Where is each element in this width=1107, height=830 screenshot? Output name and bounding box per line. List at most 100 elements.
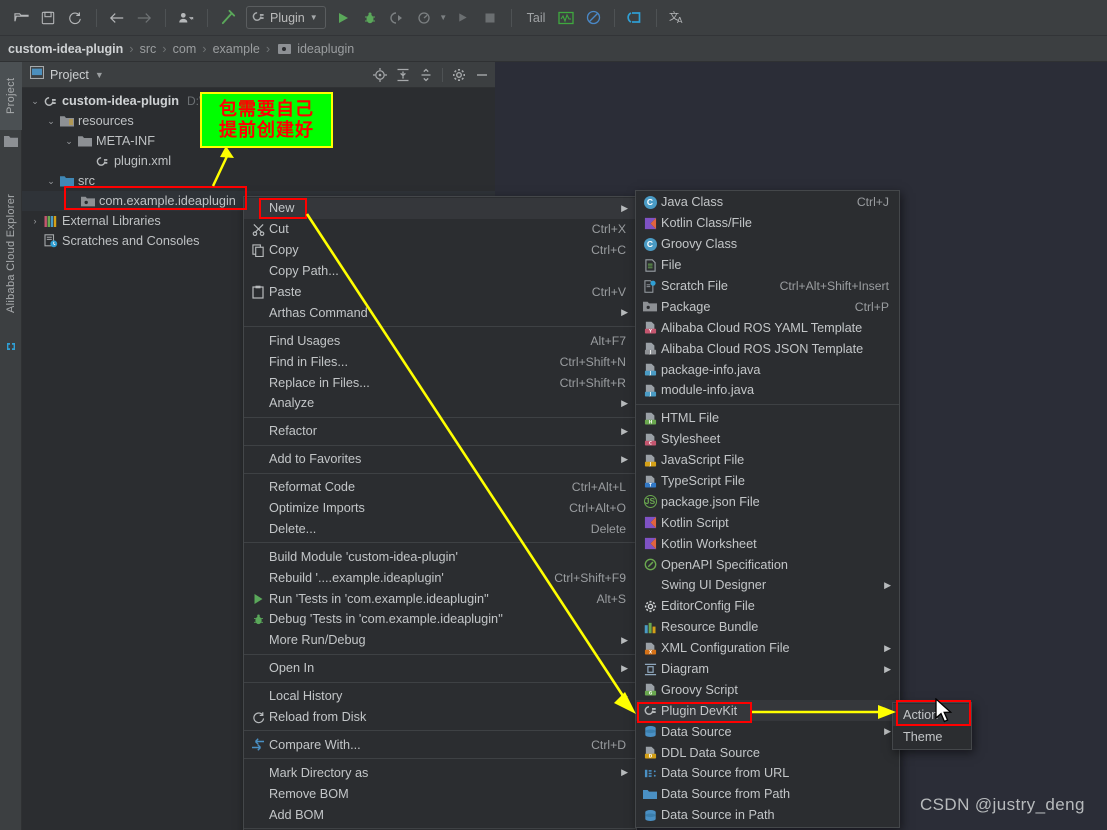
menu-item-action[interactable]: Action — [893, 704, 971, 726]
menu-item-find-usages[interactable]: Find Usages Alt+F7 — [244, 330, 636, 351]
new-item-alibaba-cloud-ros-yaml-template[interactable]: Y Alibaba Cloud ROS YAML Template — [636, 317, 899, 338]
menu-item-reload-from-disk[interactable]: Reload from Disk — [244, 707, 636, 728]
menu-item-replace-in-files[interactable]: Replace in Files... Ctrl+Shift+R — [244, 372, 636, 393]
collapse-all-icon[interactable] — [419, 68, 433, 82]
menu-item-paste[interactable]: Paste Ctrl+V — [244, 282, 636, 303]
new-item-plugin-devkit[interactable]: Plugin DevKit ▶ — [636, 700, 899, 722]
menu-item-reformat-code[interactable]: Reformat Code Ctrl+Alt+L — [244, 477, 636, 498]
new-item-javascript-file[interactable]: J JavaScript File — [636, 450, 899, 471]
new-item-kotlin-class-file[interactable]: Kotlin Class/File — [636, 213, 899, 234]
new-item-editorconfig-file[interactable]: EditorConfig File — [636, 596, 899, 617]
menu-item-remove-bom[interactable]: Remove BOM — [244, 783, 636, 804]
menu-item-open-in[interactable]: Open In ▶ — [244, 658, 636, 679]
stripe-item-structure[interactable]: Structure — [0, 824, 22, 830]
menu-item-delete[interactable]: Delete... Delete — [244, 518, 636, 539]
menu-item-refactor[interactable]: Refactor ▶ — [244, 421, 636, 442]
menu-item-local-history[interactable]: Local History ▶ — [244, 686, 636, 707]
stop-icon[interactable] — [477, 5, 503, 31]
menu-item-arthas-command[interactable]: Arthas Command ▶ — [244, 302, 636, 323]
run-configuration-selector[interactable]: Plugin ▼ — [246, 6, 326, 29]
profile-icon[interactable] — [411, 5, 437, 31]
tree-node-src[interactable]: ⌄ src — [22, 171, 495, 191]
gear-icon[interactable] — [452, 68, 466, 82]
new-item-ddl-data-source[interactable]: D DDL Data Source — [636, 742, 899, 763]
minimize-icon[interactable] — [475, 68, 489, 82]
new-item-html-file[interactable]: H HTML File — [636, 408, 899, 429]
menu-item-analyze[interactable]: Analyze ▶ — [244, 393, 636, 414]
menu-item-copy[interactable]: Copy Ctrl+C — [244, 240, 636, 261]
run-with-coverage-icon[interactable] — [384, 5, 410, 31]
menu-item-compare-with[interactable]: Compare With... Ctrl+D — [244, 734, 636, 755]
chevron-down-icon[interactable]: ⌄ — [28, 96, 42, 107]
menu-item-find-in-files[interactable]: Find in Files... Ctrl+Shift+N — [244, 351, 636, 372]
breadcrumb-item-com[interactable]: com — [173, 42, 197, 56]
new-item-diagram[interactable]: Diagram ▶ — [636, 659, 899, 680]
no-entry-icon[interactable] — [580, 5, 606, 31]
menu-item-debug-tests-in-com-example-ideaplugin[interactable]: Debug 'Tests in 'com.example.ideaplugin'… — [244, 609, 636, 630]
menu-item-optimize-imports[interactable]: Optimize Imports Ctrl+Alt+O — [244, 498, 636, 519]
tail-button[interactable]: Tail — [519, 11, 554, 25]
new-item-data-source-in-path[interactable]: Data Source in Path — [636, 805, 899, 826]
debug-icon[interactable] — [357, 5, 383, 31]
menu-item-rebuild-example-ideaplugin[interactable]: Rebuild '....example.ideaplugin' Ctrl+Shi… — [244, 567, 636, 588]
new-item-alibaba-cloud-ros-json-template[interactable]: J Alibaba Cloud ROS JSON Template — [636, 338, 899, 359]
new-item-resource-bundle[interactable]: Resource Bundle — [636, 617, 899, 638]
expand-all-icon[interactable] — [396, 68, 410, 82]
menu-item-run-tests-in-com-example-ideaplugin[interactable]: Run 'Tests in 'com.example.ideaplugin'' A… — [244, 588, 636, 609]
locate-icon[interactable] — [373, 67, 387, 82]
new-item-groovy-class[interactable]: C Groovy Class — [636, 234, 899, 255]
new-item-kotlin-script[interactable]: Kotlin Script — [636, 512, 899, 533]
new-item-file[interactable]: File — [636, 255, 899, 276]
menu-item-theme[interactable]: Theme — [893, 726, 971, 748]
breadcrumb-item-example[interactable]: example — [213, 42, 260, 56]
menu-item-mark-directory-as[interactable]: Mark Directory as ▶ — [244, 762, 636, 783]
menu-item-more-run-debug[interactable]: More Run/Debug ▶ — [244, 630, 636, 651]
run-icon[interactable] — [330, 5, 356, 31]
new-item-kotlin-worksheet[interactable]: Kotlin Worksheet — [636, 533, 899, 554]
new-item-module-info-java[interactable]: Jmodule-info.java — [636, 380, 899, 401]
monitor-icon[interactable] — [553, 5, 579, 31]
new-item-data-source-from-url[interactable]: Data Source from URL — [636, 763, 899, 784]
chevron-down-icon[interactable]: ▼ — [95, 70, 104, 80]
new-item-xml-configuration-file[interactable]: X XML Configuration File ▶ — [636, 638, 899, 659]
breadcrumb-item-ideaplugin[interactable]: ideaplugin — [297, 42, 354, 56]
tree-node-plugin-xml[interactable]: plugin.xml — [22, 151, 495, 171]
translate-icon[interactable]: 文A — [664, 5, 690, 31]
new-item-data-source-from-path[interactable]: Data Source from Path — [636, 784, 899, 805]
chevron-down-icon[interactable]: ⌄ — [44, 116, 58, 127]
new-item-package-info-java[interactable]: Jpackage-info.java — [636, 359, 899, 380]
profiler-icon[interactable] — [173, 5, 199, 31]
stripe-item-alibaba-cloud-explorer[interactable]: Alibaba Cloud Explorer — [0, 172, 22, 334]
new-item-scratch-file[interactable]: Scratch File Ctrl+Alt+Shift+Insert — [636, 276, 899, 297]
new-item-typescript-file[interactable]: T TypeScript File — [636, 471, 899, 492]
new-item-openapi-specification[interactable]: OpenAPI Specification — [636, 554, 899, 575]
new-item-data-source[interactable]: Data Source ▶ — [636, 721, 899, 742]
new-item-stylesheet[interactable]: C Stylesheet — [636, 429, 899, 450]
build-hammer-icon[interactable] — [215, 5, 241, 31]
breadcrumb-item-project[interactable]: custom-idea-plugin — [8, 42, 123, 56]
new-item-java-class[interactable]: C Java Class Ctrl+J — [636, 192, 899, 213]
menu-item-add-to-favorites[interactable]: Add to Favorites ▶ — [244, 449, 636, 470]
menu-item-add-bom[interactable]: Add BOM — [244, 804, 636, 825]
profile-caret-icon[interactable]: ▼ — [438, 5, 449, 31]
new-item-package-json-file[interactable]: JS package.json File — [636, 491, 899, 512]
chevron-down-icon[interactable]: ⌄ — [44, 176, 58, 187]
chevron-down-icon[interactable]: ⌄ — [62, 136, 76, 147]
breadcrumb-item-src[interactable]: src — [140, 42, 157, 56]
forward-arrow-icon[interactable] — [131, 5, 157, 31]
new-item-groovy-script[interactable]: G Groovy Script — [636, 679, 899, 700]
menu-item-new[interactable]: New ▶ — [244, 198, 636, 219]
rerun-icon[interactable] — [450, 5, 476, 31]
menu-item-build-module-custom-idea-plugin[interactable]: Build Module 'custom-idea-plugin' — [244, 546, 636, 567]
code-with-me-icon[interactable] — [622, 5, 648, 31]
open-folder-icon[interactable] — [8, 5, 34, 31]
menu-item-copy-path[interactable]: Copy Path... — [244, 261, 636, 282]
chevron-right-icon[interactable]: › — [28, 216, 42, 226]
back-arrow-icon[interactable] — [104, 5, 130, 31]
sync-icon[interactable] — [62, 5, 88, 31]
menu-item-cut[interactable]: Cut Ctrl+X — [244, 219, 636, 240]
new-item-swing-ui-designer[interactable]: Swing UI Designer ▶ — [636, 575, 899, 596]
save-icon[interactable] — [35, 5, 61, 31]
new-item-package[interactable]: Package Ctrl+P — [636, 296, 899, 317]
stripe-item-project[interactable]: Project — [0, 62, 22, 130]
